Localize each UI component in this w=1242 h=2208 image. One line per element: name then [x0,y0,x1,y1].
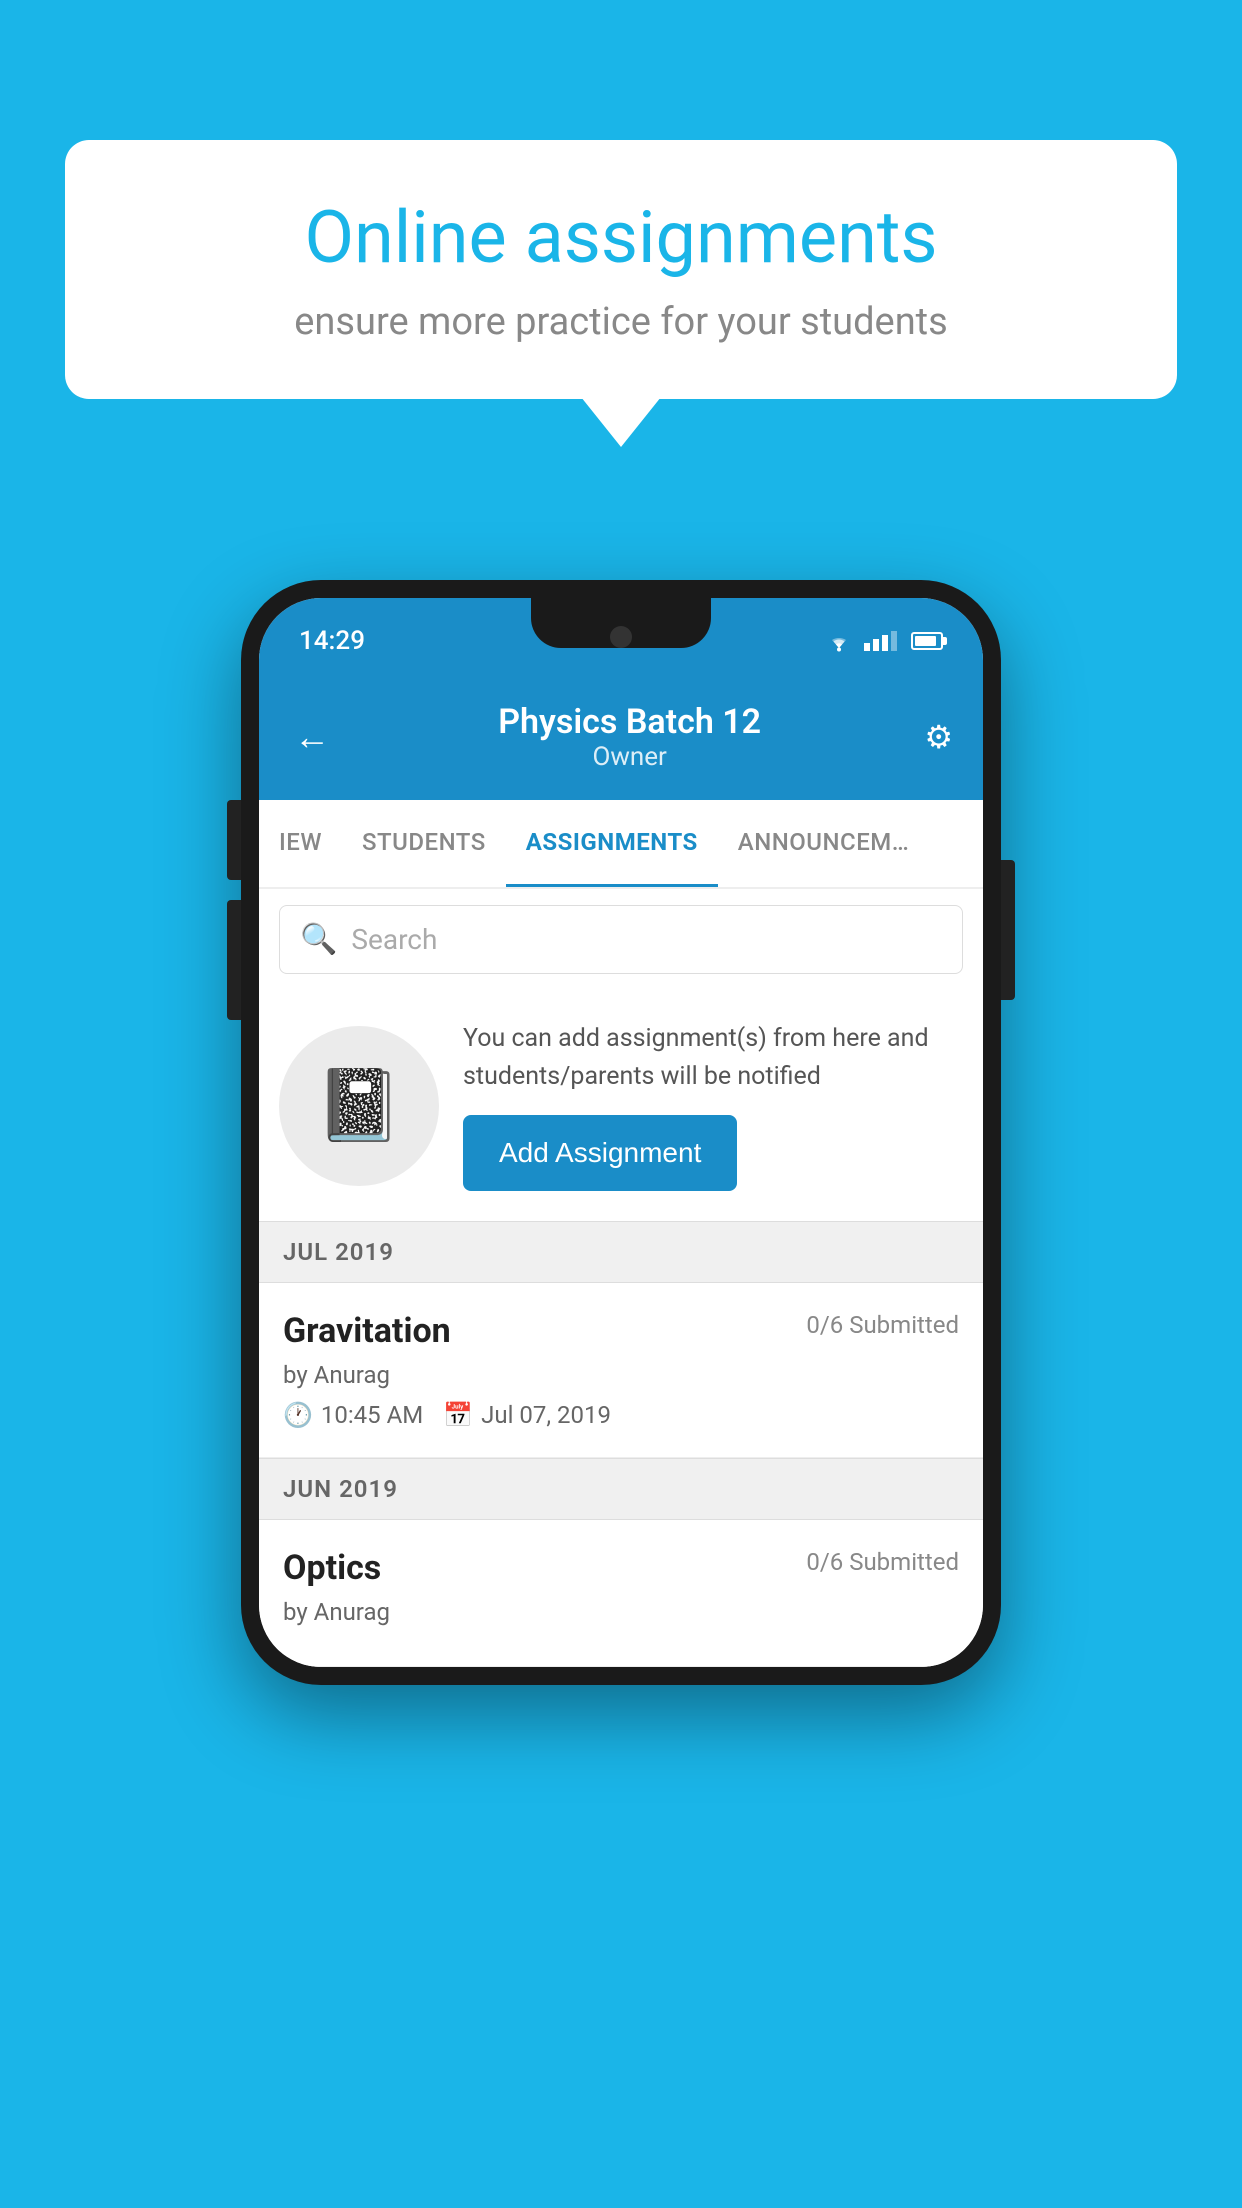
app-bar-subtitle: Owner [335,742,924,772]
assignment-name-2: Optics [283,1548,381,1588]
phone-camera [610,626,632,648]
notebook-icon: 📓 [315,1065,402,1147]
phone-container: 14:29 [241,580,1001,1685]
tab-students[interactable]: STUDENTS [342,800,506,887]
phone-vol-down-button [227,900,241,1020]
assignment-submitted: 0/6 Submitted [806,1311,959,1339]
status-icons [824,630,943,652]
tabs-bar: IEW STUDENTS ASSIGNMENTS ANNOUNCEM… [259,800,983,889]
assignment-info: You can add assignment(s) from here and … [463,1020,963,1191]
assignment-item-header: Gravitation 0/6 Submitted [283,1311,959,1351]
assignment-date-value: Jul 07, 2019 [481,1401,611,1429]
assignment-item-header-2: Optics 0/6 Submitted [283,1548,959,1588]
speech-bubble-container: Online assignments ensure more practice … [65,140,1177,399]
search-container: 🔍 Search [259,889,983,990]
search-placeholder: Search [351,923,437,956]
section-header-jul: JUL 2019 [259,1221,983,1283]
list-item[interactable]: Optics 0/6 Submitted by Anurag [259,1520,983,1667]
search-bar[interactable]: 🔍 Search [279,905,963,974]
wifi-icon [824,630,854,652]
speech-bubble-subtitle: ensure more practice for your students [135,300,1107,344]
list-item[interactable]: Gravitation 0/6 Submitted by Anurag 🕐 10… [259,1283,983,1458]
calendar-icon: 📅 [443,1401,473,1429]
phone-vol-up-button [227,800,241,880]
tab-iew[interactable]: IEW [259,800,342,887]
battery-icon [911,632,943,650]
back-button[interactable]: ← [289,711,335,763]
status-time: 14:29 [299,626,365,656]
assignment-time: 🕐 10:45 AM [283,1401,423,1429]
app-bar-title-area: Physics Batch 12 Owner [335,702,924,772]
assignment-author-2: by Anurag [283,1598,959,1626]
phone-power-button [1001,860,1015,1000]
assignment-name: Gravitation [283,1311,451,1351]
settings-button[interactable]: ⚙ [924,718,953,756]
phone-screen: 14:29 [259,598,983,1667]
assignment-meta: 🕐 10:45 AM 📅 Jul 07, 2019 [283,1401,959,1429]
signal-icon [864,631,897,651]
clock-icon: 🕐 [283,1401,313,1429]
assignment-icon-circle: 📓 [279,1026,439,1186]
assignment-submitted-2: 0/6 Submitted [806,1548,959,1576]
app-bar-title: Physics Batch 12 [335,702,924,742]
add-assignment-button[interactable]: Add Assignment [463,1115,737,1191]
assignment-description: You can add assignment(s) from here and … [463,1020,963,1095]
speech-bubble: Online assignments ensure more practice … [65,140,1177,399]
section-header-jun: JUN 2019 [259,1458,983,1520]
assignment-author: by Anurag [283,1361,959,1389]
phone-notch [531,598,711,648]
tab-announcements[interactable]: ANNOUNCEM… [718,800,929,887]
tab-assignments[interactable]: ASSIGNMENTS [506,800,718,887]
speech-bubble-title: Online assignments [135,195,1107,280]
search-icon: 🔍 [300,922,337,957]
phone-frame: 14:29 [241,580,1001,1685]
app-bar: ← Physics Batch 12 Owner ⚙ [259,674,983,800]
assignment-time-value: 10:45 AM [321,1401,423,1429]
add-assignment-block: 📓 You can add assignment(s) from here an… [259,990,983,1221]
assignment-date: 📅 Jul 07, 2019 [443,1401,611,1429]
